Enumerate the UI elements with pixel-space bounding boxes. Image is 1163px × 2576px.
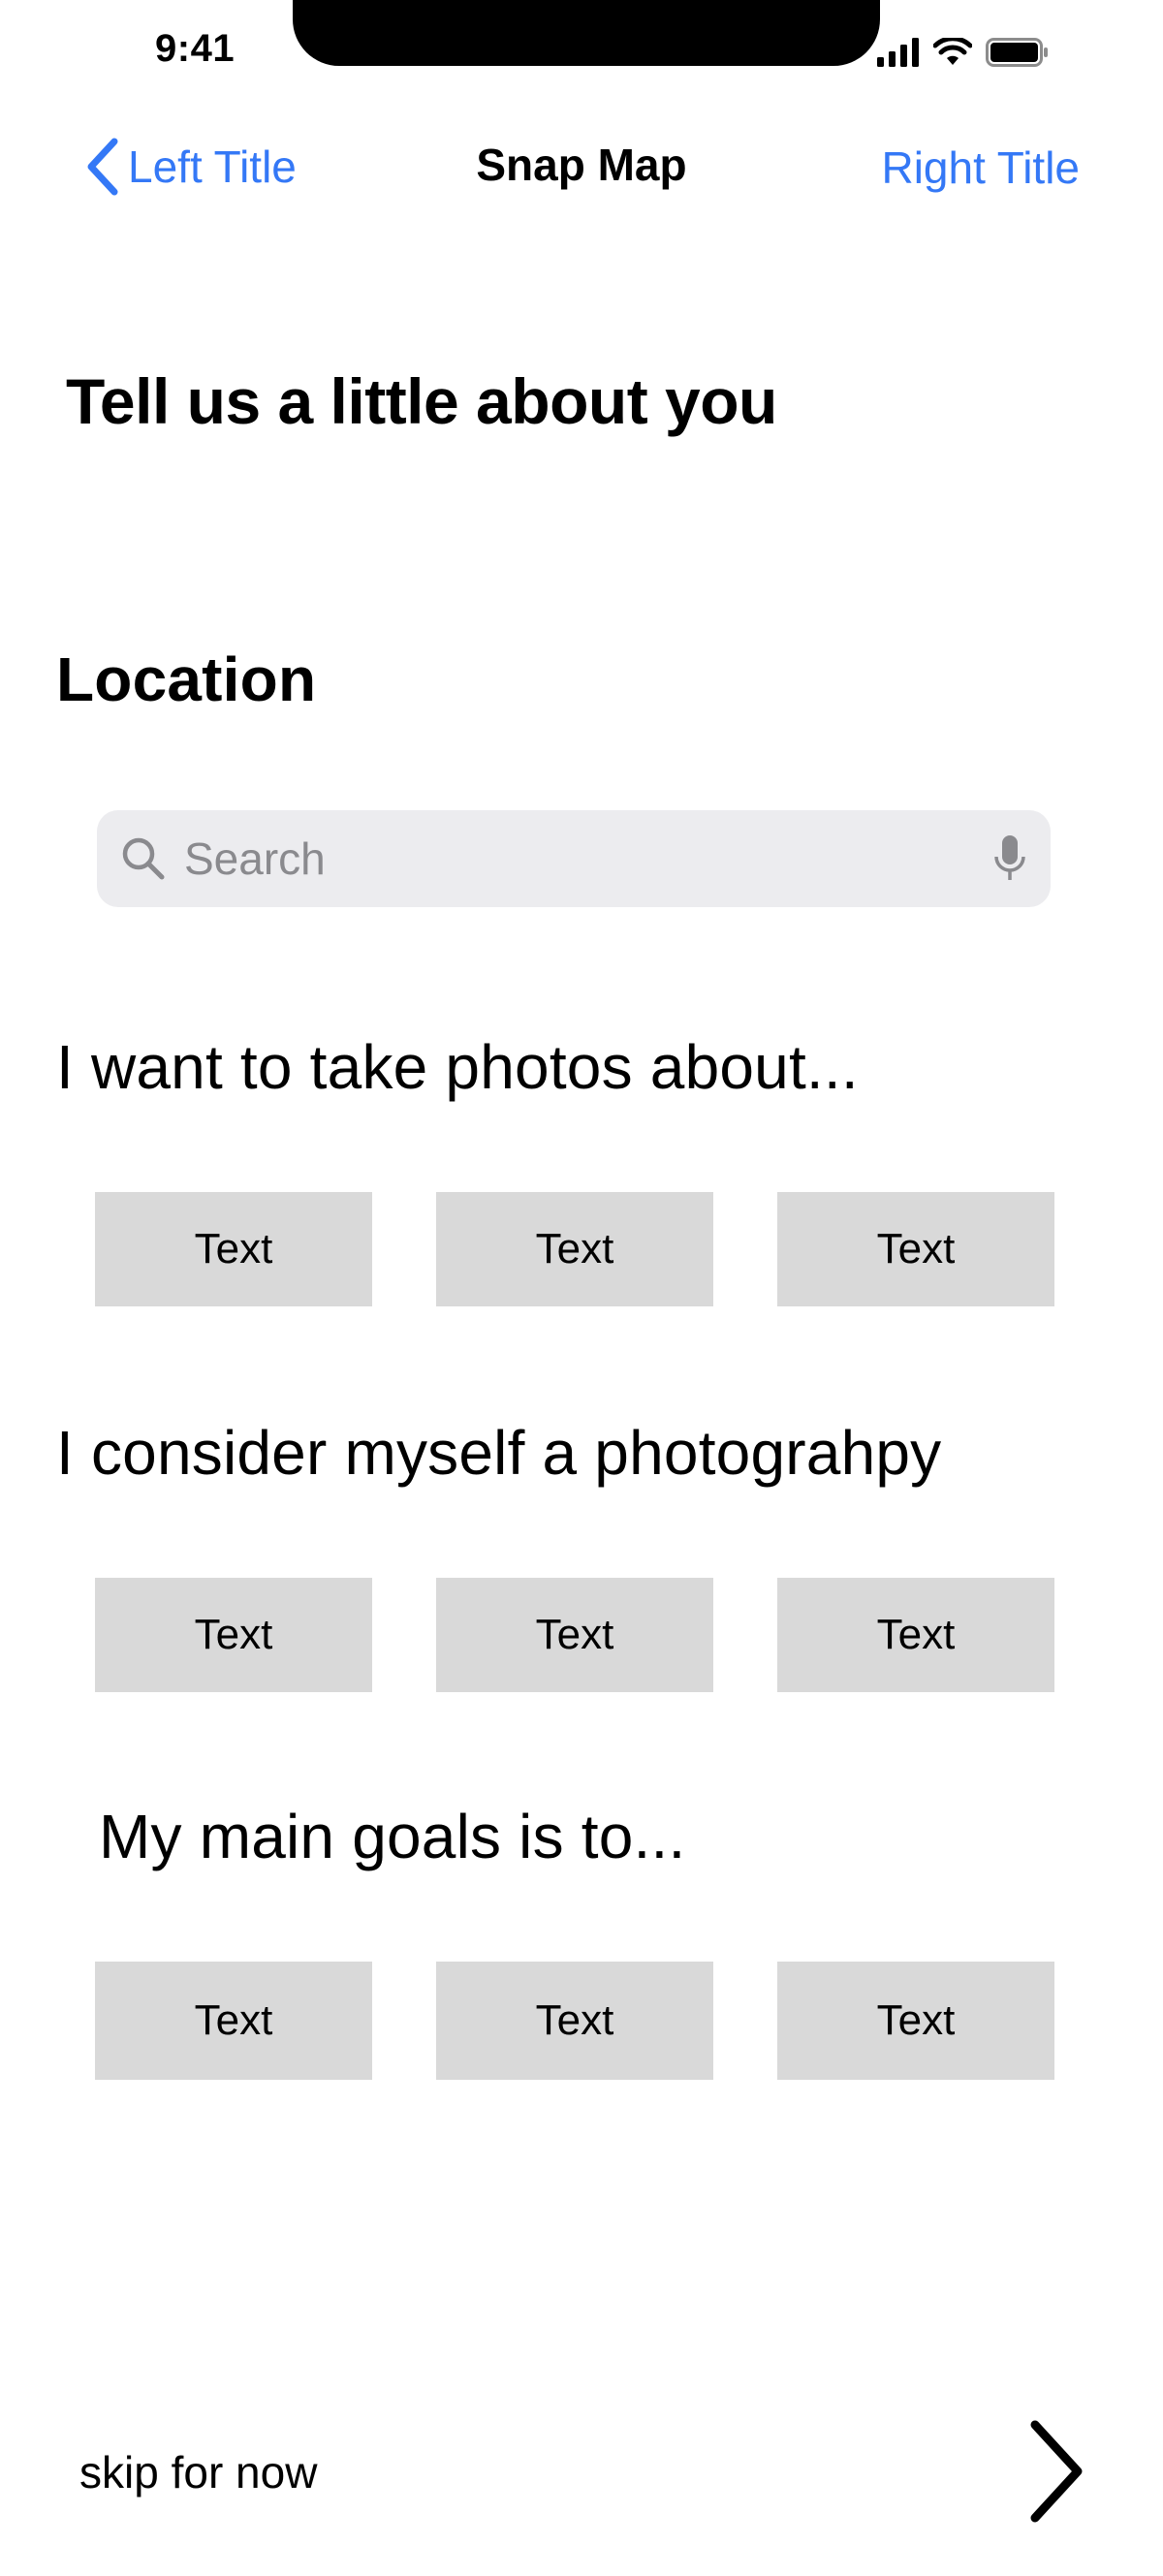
goals-heading: My main goals is to... xyxy=(99,1802,686,1871)
photography-level-option[interactable]: Text xyxy=(777,1578,1054,1692)
search-icon xyxy=(122,837,165,880)
location-search-bar xyxy=(97,810,1051,907)
goal-option[interactable]: Text xyxy=(436,1962,713,2080)
status-time: 9:41 xyxy=(155,27,236,70)
microphone-icon[interactable] xyxy=(990,830,1029,888)
location-heading: Location xyxy=(56,644,317,714)
goal-option[interactable]: Text xyxy=(95,1962,372,2080)
photo-topic-option[interactable]: Text xyxy=(777,1192,1054,1306)
right-title-button[interactable]: Right Title xyxy=(881,141,1080,194)
device-notch xyxy=(293,0,880,66)
photography-level-option[interactable]: Text xyxy=(436,1578,713,1692)
cellular-signal-icon xyxy=(877,38,919,67)
photography-level-heading: I consider myself a photograhpy xyxy=(56,1418,942,1488)
battery-icon xyxy=(986,38,1048,67)
location-search-input[interactable] xyxy=(184,832,990,885)
chevron-right-icon[interactable] xyxy=(1022,2413,1089,2529)
photo-topics-heading: I want to take photos about... xyxy=(56,1032,859,1102)
photo-topic-option[interactable]: Text xyxy=(436,1192,713,1306)
status-icons xyxy=(877,35,1050,70)
page-title: Tell us a little about you xyxy=(66,365,777,437)
goal-option[interactable]: Text xyxy=(777,1962,1054,2080)
photography-level-option[interactable]: Text xyxy=(95,1578,372,1692)
skip-for-now-link[interactable]: skip for now xyxy=(79,2446,317,2498)
photo-topic-option[interactable]: Text xyxy=(95,1192,372,1306)
wifi-icon xyxy=(933,38,972,65)
